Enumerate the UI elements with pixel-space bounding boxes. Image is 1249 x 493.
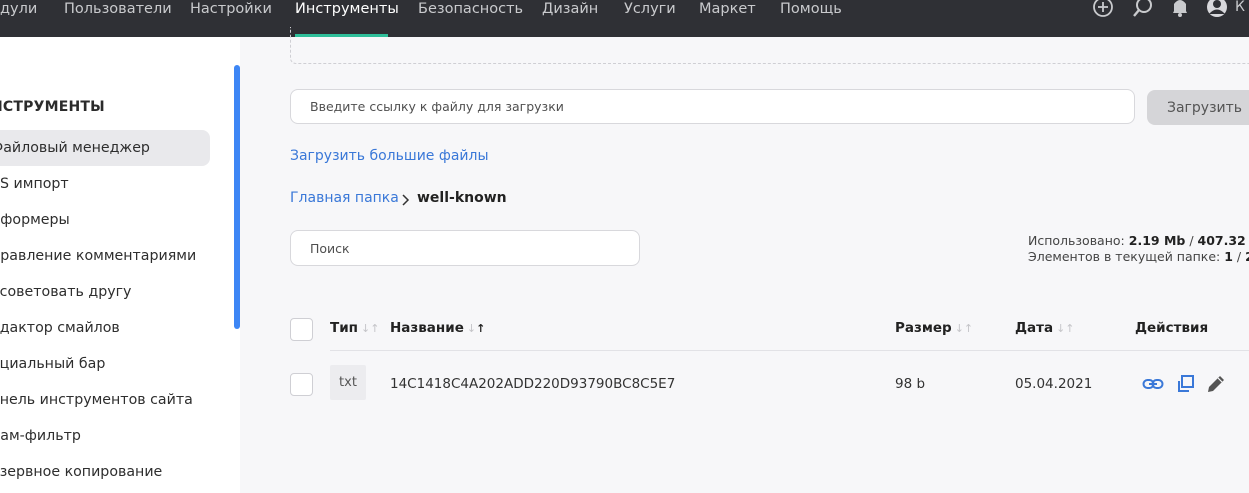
sidebar-title: НСТРУМЕНТЫ — [0, 99, 105, 115]
column-header-date-label: Дата — [1015, 320, 1054, 336]
sidebar-item-smiley-editor[interactable]: едактор смайлов — [0, 310, 120, 346]
sidebar-item-informers[interactable]: нформеры — [0, 202, 70, 238]
edit-pencil-icon[interactable] — [1205, 373, 1227, 395]
column-header-size-label: Размер — [895, 320, 952, 336]
nav-item-settings[interactable]: Настройки — [190, 0, 272, 37]
upload-button[interactable]: Загрузить — [1147, 90, 1249, 125]
column-header-type[interactable]: Тип ↓↑ — [330, 320, 379, 336]
usage-items-value: 1 — [1224, 249, 1233, 264]
upload-big-files-link[interactable]: Загрузить большие файлы — [290, 148, 489, 164]
sidebar-item-toolbar[interactable]: анель инструментов сайта — [0, 382, 193, 418]
file-size: 98 b — [895, 376, 926, 392]
sort-arrows-icon[interactable]: ↓↑ — [361, 322, 379, 335]
sort-arrows-icon[interactable]: ↓↑ — [955, 322, 973, 335]
sidebar-item-spam-filter[interactable]: пам-фильтр — [0, 418, 81, 454]
drop-zone[interactable] — [290, 27, 1249, 64]
file-date: 05.04.2021 — [1015, 376, 1093, 392]
file-name[interactable]: 14C1418C4A202ADD220D93790BC8C5E7 — [390, 376, 675, 392]
search-icon[interactable] — [1132, 0, 1154, 22]
table-header-divider — [330, 350, 1249, 351]
nav-item-users[interactable]: Пользователи — [64, 0, 172, 37]
usage-total-value: 407.32 MB — [1197, 233, 1249, 248]
nav-item-modules[interactable]: дули — [0, 0, 37, 37]
sidebar-item-rss-import[interactable]: SS импорт — [0, 166, 69, 202]
usage-items-total: 200 — [1245, 249, 1249, 264]
column-header-size[interactable]: Размер ↓↑ — [895, 320, 973, 336]
row-checkbox[interactable] — [290, 373, 313, 396]
user-avatar-icon[interactable]: К — [1206, 0, 1246, 22]
user-initial: К — [1235, 0, 1245, 15]
file-url-input[interactable] — [290, 89, 1135, 124]
sort-arrows-icon[interactable]: ↓↑ — [1056, 322, 1074, 335]
sidebar-item-backup[interactable]: езервное копирование — [0, 454, 162, 490]
column-header-date[interactable]: Дата ↓↑ — [1015, 320, 1075, 336]
usage-used-label: Использовано: — [1028, 233, 1125, 248]
file-type-badge: txt — [330, 365, 366, 400]
sidebar-item-recommend[interactable]: осоветовать другу — [0, 274, 131, 310]
select-all-checkbox[interactable] — [290, 318, 313, 341]
column-header-type-label: Тип — [330, 320, 358, 336]
search-input[interactable] — [290, 230, 640, 266]
breadcrumb-home-link[interactable]: Главная папка — [290, 190, 399, 206]
sidebar: НСТРУМЕНТЫ Файловый менеджер SS импорт н… — [0, 37, 240, 493]
sidebar-item-comments[interactable]: правление комментариями — [0, 238, 196, 274]
column-header-name[interactable]: Название ↓↑ — [390, 320, 485, 336]
breadcrumb-current: well-known — [417, 190, 507, 206]
copy-icon[interactable] — [1175, 373, 1197, 395]
main-content: Загрузить Загрузить большие файлы Главна… — [240, 27, 1249, 493]
sidebar-item-file-manager[interactable]: Файловый менеджер — [0, 130, 210, 166]
column-header-actions: Действия — [1135, 320, 1209, 336]
bell-icon[interactable] — [1169, 0, 1191, 22]
column-header-name-label: Название — [390, 320, 464, 336]
usage-used-value: 2.19 Mb — [1128, 233, 1186, 248]
usage-info: Использовано: 2.19 Mb / 407.32 MB Элемен… — [1028, 233, 1249, 265]
plus-circle-icon[interactable] — [1092, 0, 1114, 22]
link-icon[interactable] — [1142, 373, 1164, 395]
sidebar-item-social-bar[interactable]: оциальный бар — [0, 346, 105, 382]
chevron-right-icon — [400, 194, 412, 206]
usage-items-label: Элементов в текущей папке: — [1028, 249, 1221, 264]
sort-arrows-icon[interactable]: ↓↑ — [467, 322, 485, 335]
